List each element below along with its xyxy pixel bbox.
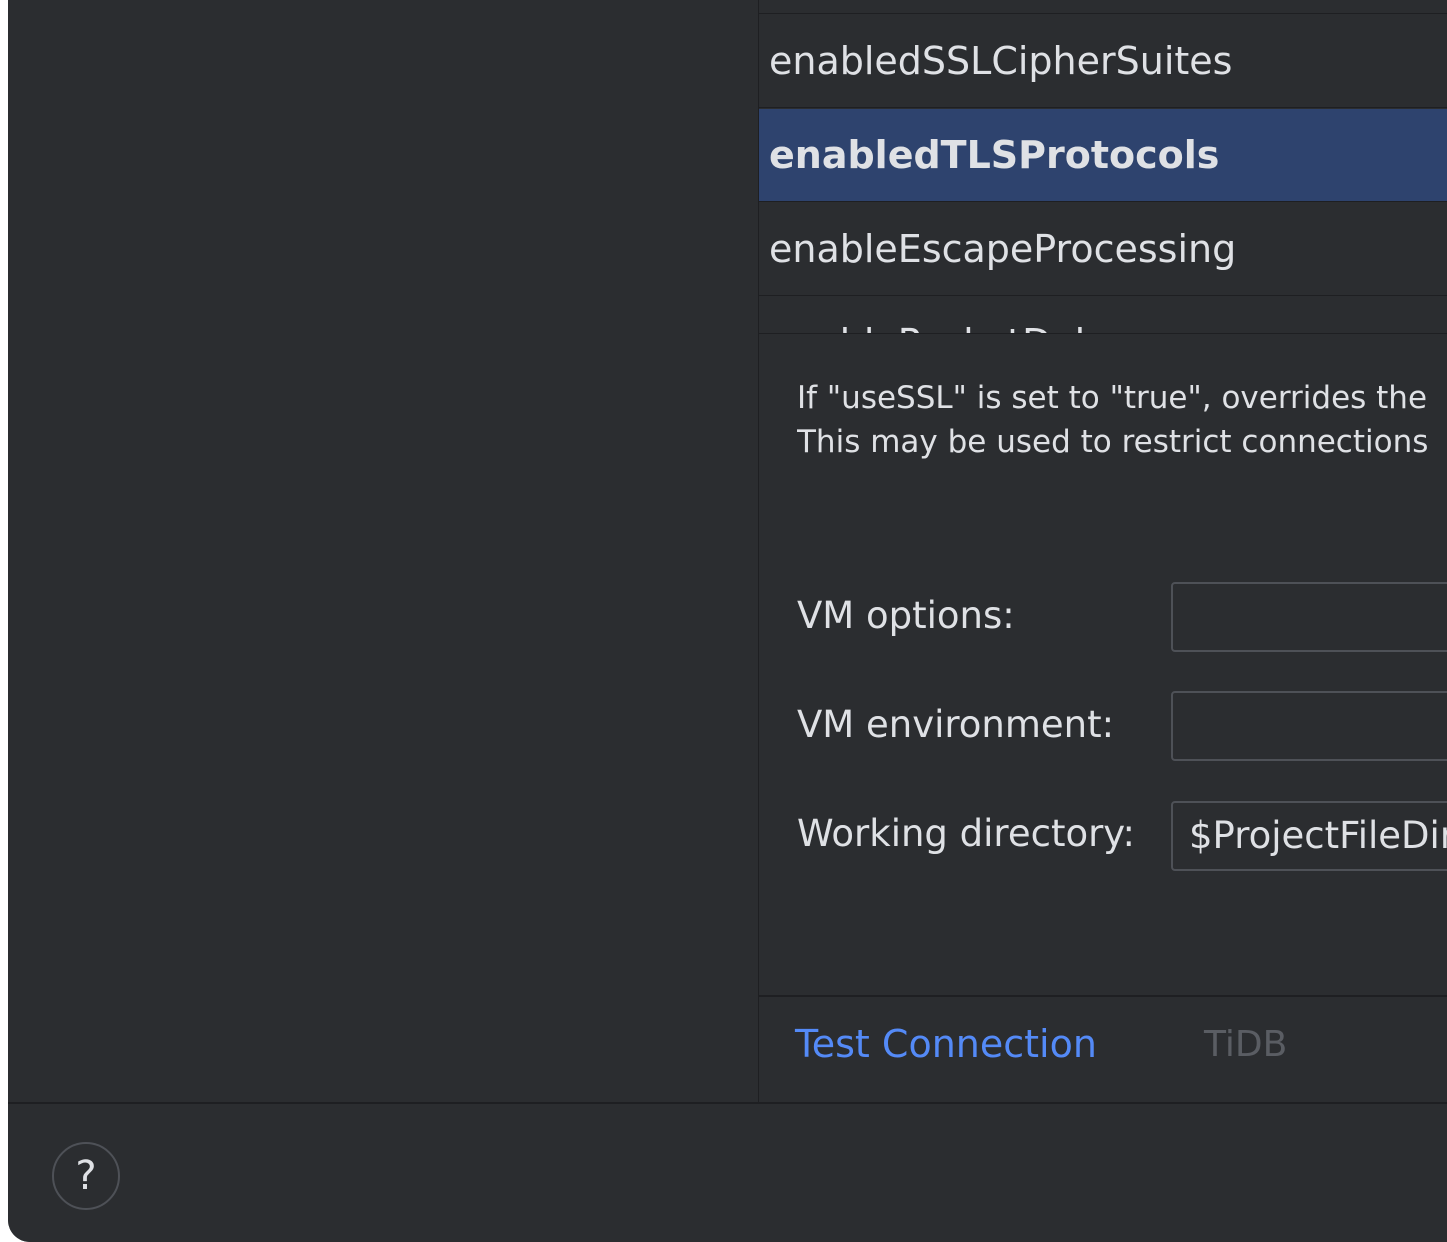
list-item-enabledsslciphersuites[interactable]: enabledSSLCipherSuites <box>759 15 1447 108</box>
description-line-1: If "useSSL" is set to "true", overrides … <box>797 380 1428 416</box>
driver-name-label: TiDB <box>1204 1024 1288 1065</box>
data-sources-tree-panel <box>8 0 758 1102</box>
working-directory-input[interactable]: $ProjectFileDir$ <box>1171 801 1447 871</box>
test-connection-link[interactable]: Test Connection <box>795 1022 1097 1066</box>
list-item-enabledtlsprotocols[interactable]: enabledTLSProtocols <box>759 109 1447 202</box>
vm-options-input[interactable] <box>1171 582 1447 652</box>
vm-environment-label: VM environment: <box>797 703 1115 746</box>
list-item-enablepacketdebug[interactable]: enablePacketDebug <box>759 297 1447 333</box>
data-source-dialog: enabledSSLCipherSuites enabledTLSProtoco… <box>8 0 1447 1242</box>
dialog-footer: ? <box>8 1102 1447 1242</box>
vm-options-label: VM options: <box>797 594 1015 637</box>
property-description: If "useSSL" is set to "true", overrides … <box>797 376 1447 464</box>
help-button[interactable]: ? <box>52 1142 120 1210</box>
driver-properties-list[interactable]: enabledSSLCipherSuites enabledTLSProtoco… <box>759 0 1447 333</box>
bottom-divider <box>759 995 1447 997</box>
list-item[interactable] <box>759 0 1447 14</box>
working-directory-label: Working directory: <box>797 812 1135 855</box>
advanced-settings-panel: enabledSSLCipherSuites enabledTLSProtoco… <box>758 0 1447 1102</box>
vm-environment-input[interactable] <box>1171 691 1447 761</box>
description-line-2: This may be used to restrict connections <box>797 424 1429 460</box>
list-item-enableescapeprocessing[interactable]: enableEscapeProcessing <box>759 203 1447 296</box>
list-divider <box>759 333 1447 334</box>
